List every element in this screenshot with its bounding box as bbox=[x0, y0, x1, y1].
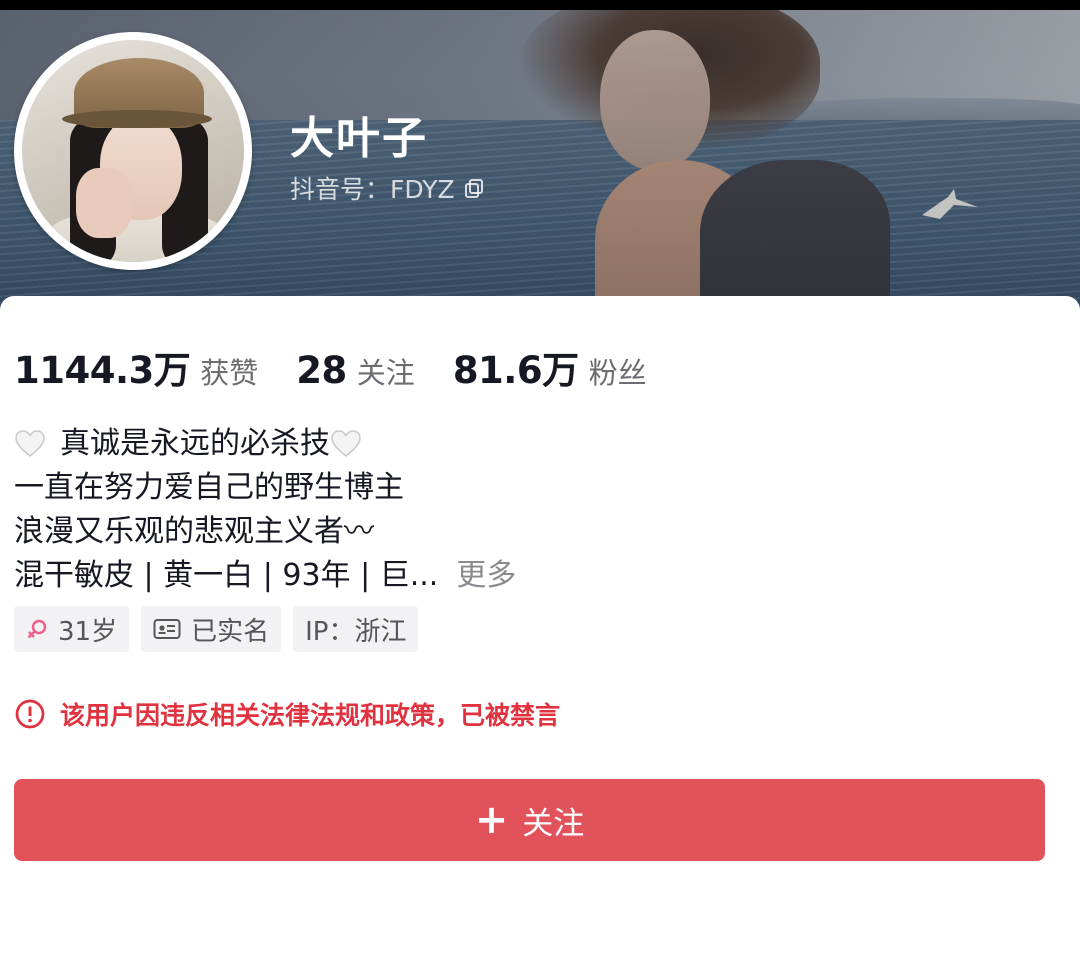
female-icon bbox=[27, 619, 47, 639]
ban-notice-text: 该用户因违反相关法律法规和政策，已被禁言 bbox=[60, 701, 561, 730]
avatar-image bbox=[22, 40, 244, 262]
tag-verified: 已实名 bbox=[141, 606, 282, 652]
stats-row: 1144.3万 获赞 28 关注 81.6万 粉丝 bbox=[14, 340, 685, 394]
bio-text: 真诚是永远的必杀技 bbox=[60, 426, 330, 461]
follow-button-label: 关注 bbox=[522, 805, 585, 842]
tag-label: 已实名 bbox=[191, 616, 270, 647]
profile-tags: 31岁 已实名 IP：浙江 bbox=[14, 606, 430, 652]
copy-icon[interactable] bbox=[463, 177, 485, 199]
plus-icon: + bbox=[474, 797, 509, 843]
profile-nickname: 大叶子 bbox=[290, 113, 428, 164]
seagull-icon bbox=[922, 189, 978, 219]
profile-info-card: 1144.3万 获赞 28 关注 81.6万 粉丝 真诚是永远的必杀技 一直在努… bbox=[0, 296, 1080, 978]
cover-figure-dress bbox=[700, 160, 890, 310]
stat-value: 81.6万 bbox=[452, 349, 579, 392]
follow-button[interactable]: + 关注 bbox=[14, 779, 1045, 861]
stat-value: 28 bbox=[296, 349, 347, 392]
stat-label: 获赞 bbox=[200, 356, 259, 390]
bio-text: 混干敏皮 | 黄一白 | 93年 | 巨... bbox=[14, 558, 439, 593]
stat-followers[interactable]: 81.6万 粉丝 bbox=[453, 340, 647, 394]
tag-label: IP：浙江 bbox=[305, 616, 407, 647]
stat-likes[interactable]: 1144.3万 获赞 bbox=[14, 340, 258, 394]
bio-line: 浪漫又乐观的悲观主义者〰 bbox=[14, 514, 374, 549]
account-id-row[interactable]: 抖音号：FDYZ bbox=[290, 170, 485, 206]
bio-line: 混干敏皮 | 黄一白 | 93年 | 巨... 更多 bbox=[14, 554, 1014, 598]
tag-age: 31岁 bbox=[14, 606, 130, 652]
bio-more-link[interactable]: 更多 bbox=[456, 554, 516, 598]
tag-ip-location: IP：浙江 bbox=[293, 606, 419, 652]
white-heart-icon bbox=[15, 430, 45, 457]
tag-label: 31岁 bbox=[58, 616, 118, 647]
stat-value: 1144.3万 bbox=[14, 349, 191, 392]
stat-following[interactable]: 28 关注 bbox=[296, 349, 415, 392]
stat-label: 关注 bbox=[356, 356, 415, 390]
avatar[interactable] bbox=[14, 32, 252, 270]
cover-figure-face bbox=[600, 30, 710, 170]
white-heart-icon bbox=[331, 430, 361, 457]
alert-circle-icon bbox=[15, 699, 45, 729]
bio-line: 真诚是永远的必杀技 bbox=[14, 422, 1014, 466]
status-bar bbox=[0, 0, 1080, 10]
account-id: 抖音号：FDYZ bbox=[290, 175, 455, 204]
id-card-icon bbox=[153, 619, 181, 639]
profile-cover-image: 大叶子 抖音号：FDYZ bbox=[0, 10, 1080, 310]
bio-line: 一直在努力爱自己的野生博主 bbox=[14, 470, 404, 505]
profile-bio[interactable]: 真诚是永远的必杀技 一直在努力爱自己的野生博主 浪漫又乐观的悲观主义者〰 混干敏… bbox=[14, 422, 1014, 598]
stat-label: 粉丝 bbox=[588, 356, 647, 390]
ban-notice: 该用户因违反相关法律法规和政策，已被禁言 bbox=[14, 696, 560, 732]
